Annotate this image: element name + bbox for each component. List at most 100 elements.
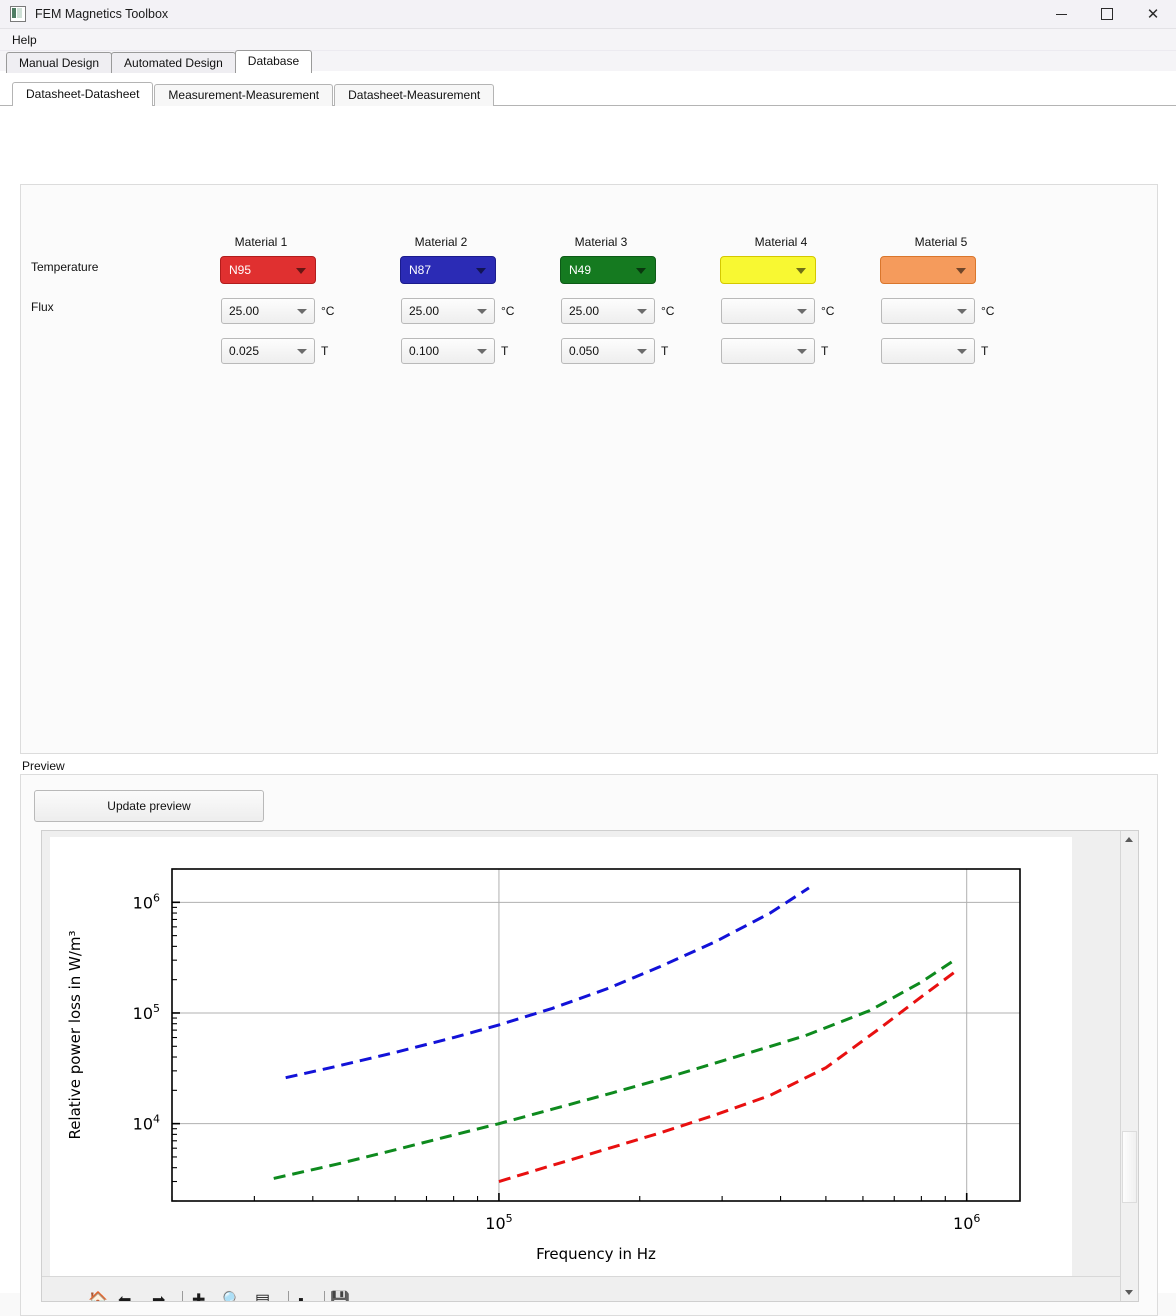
unit-temperature-3: °C (661, 304, 675, 318)
configure-subplots-icon[interactable]: ▤ (255, 1293, 270, 1302)
material-select-3-value: N49 (569, 263, 592, 277)
window-title: FEM Magnetics Toolbox (35, 7, 169, 21)
tab-measurement-measurement[interactable]: Measurement-Measurement (154, 84, 334, 106)
unit-flux-1: T (321, 344, 329, 358)
database-panel: Datasheet-Datasheet Measurement-Measurem… (0, 71, 1176, 1316)
menu-bar: Help (0, 29, 1176, 51)
chevron-down-icon (956, 268, 966, 274)
update-preview-button[interactable]: Update preview (34, 790, 264, 822)
unit-flux-2: T (501, 344, 509, 358)
svg-text:Frequency in Hz: Frequency in Hz (536, 1245, 656, 1263)
material-select-4[interactable] (720, 256, 816, 284)
tab-automated-design[interactable]: Automated Design (111, 52, 236, 73)
minimize-button[interactable] (1038, 0, 1084, 28)
preview-label: Preview (22, 759, 65, 773)
temperature-select-5[interactable] (881, 298, 975, 324)
application-window: FEM Magnetics Toolbox ✕ Help Manual Desi… (0, 0, 1176, 1316)
chevron-down-icon (797, 349, 807, 354)
chevron-down-icon (476, 268, 486, 274)
temperature-select-1[interactable]: 25.00 (221, 298, 315, 324)
svg-text:105: 105 (133, 1002, 160, 1023)
material-select-5[interactable] (880, 256, 976, 284)
chevron-down-icon (297, 309, 307, 314)
power-loss-chart: 105 106 104 105 106 Frequency in Hz Relative p… (66, 868, 1021, 1263)
close-icon: ✕ (1146, 6, 1160, 23)
temperature-select-3[interactable]: 25.00 (561, 298, 655, 324)
preview-group: Update preview 105 106 104 105 106 Frequency … (20, 774, 1158, 1316)
back-arrow-icon[interactable]: ⬅ (118, 1293, 131, 1302)
unit-temperature-1: °C (321, 304, 335, 318)
material-select-1-value: N95 (229, 263, 252, 277)
chevron-down-icon (796, 268, 806, 274)
header-material-5: Material 5 (914, 235, 968, 249)
unit-flux-4: T (821, 344, 829, 358)
menu-item-help[interactable]: Help (9, 33, 40, 47)
plot-scroll-area: 105 106 104 105 106 Frequency in Hz Relative p… (41, 830, 1139, 1302)
temperature-select-2-value: 25.00 (409, 304, 440, 318)
svg-text:104: 104 (133, 1113, 160, 1134)
close-button[interactable]: ✕ (1130, 0, 1176, 28)
flux-select-1[interactable]: 0.025 (221, 338, 315, 364)
chevron-down-icon (477, 349, 487, 354)
svg-text:106: 106 (133, 891, 160, 912)
chevron-down-icon (637, 349, 647, 354)
material-select-2[interactable]: N87 (400, 256, 496, 284)
window-controls: ✕ (1038, 0, 1176, 28)
flux-select-4[interactable] (721, 338, 815, 364)
triangle-up-icon (1125, 837, 1133, 842)
label-temperature: Temperature (31, 260, 99, 274)
maximize-icon (1101, 8, 1113, 20)
flux-select-2[interactable]: 0.100 (401, 338, 495, 364)
unit-temperature-5: °C (981, 304, 995, 318)
pan-icon[interactable]: ✚ (192, 1293, 205, 1302)
unit-temperature-4: °C (821, 304, 835, 318)
chevron-down-icon (296, 268, 306, 274)
forward-arrow-icon[interactable]: ➡ (152, 1293, 165, 1302)
flux-select-3[interactable]: 0.050 (561, 338, 655, 364)
plot-vertical-scrollbar[interactable] (1120, 831, 1138, 1301)
flux-select-1-value: 0.025 (229, 344, 260, 358)
app-logo-icon (10, 6, 26, 22)
svg-text:Relative power loss in W/m³: Relative power loss in W/m³ (66, 930, 84, 1139)
temperature-select-1-value: 25.00 (229, 304, 260, 318)
matplotlib-toolbar: 🏠 ⬅ ➡ ✚ 🔍 ▤ ▪ 💾 (42, 1276, 1120, 1301)
chevron-down-icon (797, 309, 807, 314)
flux-select-2-value: 0.100 (409, 344, 440, 358)
edit-axis-icon[interactable]: ▪ (298, 1293, 304, 1302)
material-select-1[interactable]: N95 (220, 256, 316, 284)
scroll-up-button[interactable] (1121, 831, 1137, 848)
tab-database[interactable]: Database (234, 50, 313, 74)
chevron-down-icon (957, 349, 967, 354)
save-figure-icon[interactable]: 💾 (330, 1293, 350, 1302)
unit-temperature-2: °C (501, 304, 515, 318)
minimize-icon (1055, 13, 1067, 15)
flux-select-3-value: 0.050 (569, 344, 600, 358)
unit-flux-3: T (661, 344, 669, 358)
flux-select-5[interactable] (881, 338, 975, 364)
zoom-icon[interactable]: 🔍 (222, 1293, 242, 1302)
sub-tab-bar: Datasheet-Datasheet Measurement-Measurem… (0, 82, 1176, 107)
header-material-4: Material 4 (754, 235, 808, 249)
temperature-select-4[interactable] (721, 298, 815, 324)
chevron-down-icon (297, 349, 307, 354)
tab-datasheet-datasheet[interactable]: Datasheet-Datasheet (12, 82, 154, 107)
svg-text:105: 105 (485, 1212, 512, 1233)
header-material-2: Material 2 (414, 235, 468, 249)
matplotlib-canvas: 105 106 104 105 106 Frequency in Hz Relative p… (50, 837, 1072, 1281)
title-bar: FEM Magnetics Toolbox ✕ (0, 0, 1176, 29)
header-material-3: Material 3 (574, 235, 628, 249)
chevron-down-icon (637, 309, 647, 314)
tab-datasheet-measurement[interactable]: Datasheet-Measurement (334, 84, 495, 106)
scrollbar-thumb[interactable] (1122, 1131, 1137, 1203)
maximize-button[interactable] (1084, 0, 1130, 28)
main-tab-bar: Manual Design Automated Design Database (0, 50, 1176, 74)
material-select-3[interactable]: N49 (560, 256, 656, 284)
label-flux: Flux (31, 300, 54, 314)
chevron-down-icon (636, 268, 646, 274)
svg-text:106: 106 (953, 1212, 980, 1233)
tab-manual-design[interactable]: Manual Design (6, 52, 113, 73)
home-icon[interactable]: 🏠 (88, 1293, 108, 1302)
unit-flux-5: T (981, 344, 989, 358)
temperature-select-2[interactable]: 25.00 (401, 298, 495, 324)
material-selection-group: Temperature Flux Material 1 N95 25.00 °C… (20, 184, 1158, 754)
